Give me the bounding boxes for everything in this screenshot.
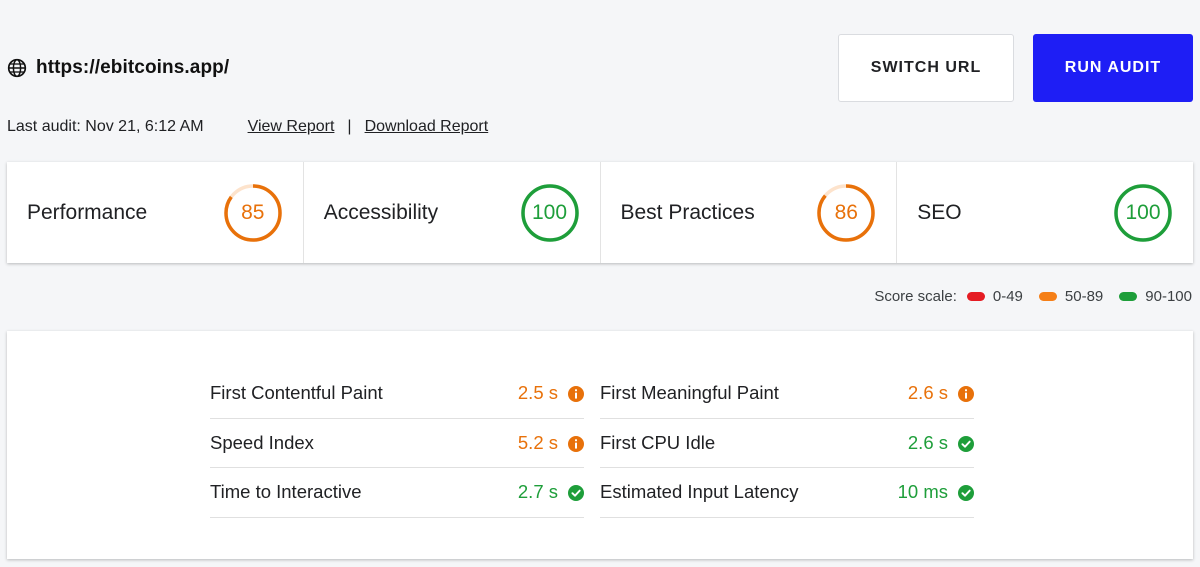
legend-range-fail: 0-49 (992, 288, 1023, 305)
score-card-best-practices[interactable]: Best Practices 86 (601, 162, 898, 263)
score-card-accessibility[interactable]: Accessibility 100 (304, 162, 601, 263)
site-url-row: https://ebitcoins.app/ (7, 57, 229, 79)
link-separator: | (347, 118, 352, 135)
download-report-link[interactable]: Download Report (365, 118, 489, 136)
metric-value: 2.6 s (907, 431, 948, 453)
metrics-panel: First Contentful Paint 2.5 s First Meani… (7, 331, 1193, 559)
legend-range-pass: 90-100 (1145, 288, 1192, 305)
score-value: 85 (241, 201, 265, 224)
score-value: 100 (1125, 201, 1161, 224)
score-label: Best Practices (620, 200, 755, 224)
check-icon (568, 484, 584, 502)
metric-name: First CPU Idle (600, 431, 716, 453)
legend-range-average: 50-89 (1064, 288, 1104, 305)
score-label: SEO (917, 200, 962, 224)
score-value: 100 (531, 201, 568, 224)
metric-name: Speed Index (210, 431, 314, 453)
legend-title: Score scale: (874, 288, 957, 305)
metric-value: 5.2 s (517, 431, 558, 453)
site-url: https://ebitcoins.app/ (36, 57, 230, 78)
check-icon (958, 484, 974, 502)
check-icon (958, 435, 974, 452)
metric-name: First Contentful Paint (210, 382, 383, 404)
score-gauge: 85 (223, 183, 283, 243)
switch-url-button[interactable]: SWITCH URL (838, 34, 1014, 102)
metric-value: 2.7 s (517, 481, 558, 503)
last-audit-text: Last audit: Nov 21, 6:12 AM (7, 118, 204, 135)
globe-icon (7, 58, 27, 78)
score-cards: Performance 85 Accessibility 100 Best Pr… (7, 162, 1193, 263)
score-scale-legend: Score scale: 0-49 50-89 90-100 (874, 288, 1192, 305)
score-value: 86 (834, 201, 858, 224)
metric-estimated-input-latency: Estimated Input Latency 10 ms (600, 468, 974, 518)
metric-speed-index: Speed Index 5.2 s (210, 419, 584, 468)
score-label: Performance (27, 200, 148, 224)
score-card-seo[interactable]: SEO 100 (897, 162, 1193, 263)
metric-name: First Meaningful Paint (600, 382, 779, 404)
audit-info-row: Last audit: Nov 21, 6:12 AM View Report … (7, 118, 488, 136)
info-icon (568, 385, 584, 403)
metric-value: 10 ms (897, 481, 948, 503)
metric-value: 2.5 s (517, 382, 558, 404)
legend-swatch-pass (1119, 292, 1138, 301)
metric-first-contentful-paint: First Contentful Paint 2.5 s (210, 369, 584, 419)
metric-first-meaningful-paint: First Meaningful Paint 2.6 s (600, 369, 974, 419)
info-icon (568, 435, 584, 452)
score-gauge: 100 (520, 183, 580, 243)
run-audit-button[interactable]: RUN AUDIT (1033, 34, 1193, 102)
legend-swatch-average (1038, 292, 1057, 301)
view-report-link[interactable]: View Report (248, 118, 335, 136)
metric-first-cpu-idle: First CPU Idle 2.6 s (600, 419, 974, 468)
metric-name: Time to Interactive (210, 481, 362, 503)
score-gauge: 86 (816, 183, 876, 243)
score-label: Accessibility (323, 200, 439, 224)
score-card-performance[interactable]: Performance 85 (7, 162, 304, 263)
legend-swatch-fail (966, 292, 985, 301)
info-icon (958, 385, 974, 403)
metric-name: Estimated Input Latency (600, 481, 799, 503)
score-gauge: 100 (1113, 183, 1173, 243)
metric-time-to-interactive: Time to Interactive 2.7 s (210, 468, 584, 518)
metric-value: 2.6 s (907, 382, 948, 404)
metrics-grid: First Contentful Paint 2.5 s First Meani… (210, 369, 974, 518)
